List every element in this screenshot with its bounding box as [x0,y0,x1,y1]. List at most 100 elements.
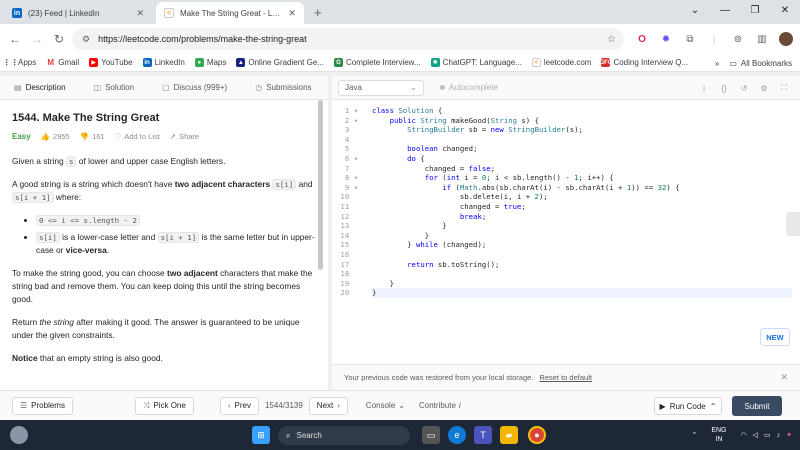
volume-icon[interactable]: ◁ [753,431,758,439]
code-line[interactable] [372,250,792,260]
close-icon[interactable]: ✕ [780,372,788,383]
problems-button[interactable]: ☰ Problems [12,396,73,415]
share-button[interactable]: ↗ Share [170,132,199,141]
language-select[interactable]: Java ⌄ [338,79,424,96]
next-button[interactable]: Next › [308,396,348,415]
bookmark-youtube[interactable]: ▶ YouTube [89,58,133,67]
browser-tab-leetcode[interactable]: < Make The String Great - LeetCo ✕ [156,2,304,24]
code-line[interactable]: StringBuilder sb = new StringBuilder(s); [372,125,792,135]
run-code-button[interactable]: ▶ Run Code ⌃ [654,397,722,415]
code-line[interactable]: changed = false; [372,164,792,174]
side-panel-handle[interactable] [786,212,800,236]
browser-tab-linkedin[interactable]: in (23) Feed | LinkedIn ✕ [4,2,152,24]
all-bookmarks-link[interactable]: All Bookmarks [741,59,792,68]
code-line[interactable]: return sb.toString(); [372,260,792,270]
tab-search-icon[interactable]: ⌄ [680,0,710,24]
profile-avatar[interactable] [776,29,796,49]
description-scrollbar[interactable] [318,100,323,270]
code-line[interactable]: changed = true; [372,202,792,212]
downloads-icon[interactable]: ⊚ [728,29,748,49]
reload-button[interactable]: ↻ [48,32,70,46]
tab-solution[interactable]: ◫ Solution [80,76,148,100]
pick-one-button[interactable]: ⤨ Pick One [134,396,194,415]
taskbar-search[interactable]: ⌕ Search [278,426,410,445]
new-tab-button[interactable]: + [314,5,322,20]
tab-description[interactable]: ▤ Description [0,76,80,100]
code-line[interactable]: } [372,221,792,231]
contribute-button[interactable]: Contribute i [419,401,461,410]
code-line[interactable] [372,269,792,279]
console-button[interactable]: Console ⌄ [366,401,405,410]
bookmark-linkedin[interactable]: in LinkedIn [142,58,185,67]
code-line[interactable]: sb.delete(i, i + 2); [372,192,792,202]
settings-icon[interactable]: ⚙ [754,84,774,93]
wifi-icon[interactable]: ◠ [741,431,747,439]
opera-extension-icon[interactable]: O [632,29,652,49]
code-editor[interactable]: 1 ▾ 2 ▾ 3 4 5 6 ▾ 7 8 ▾ 9 ▾ 10 11 12 13 14 15… [332,100,800,364]
back-button[interactable]: ← [4,32,26,46]
bookmark-leetcode[interactable]: < leetcode.com [531,58,591,67]
submit-button[interactable]: Submit [732,396,782,416]
fullscreen-icon[interactable]: ⛶ [774,83,794,93]
close-window-button[interactable]: ✕ [770,0,800,24]
autocomplete-toggle[interactable]: Autocomplete [440,83,498,92]
puzzle-extension-icon[interactable]: ⧉ [680,29,700,49]
code-line[interactable]: break; [372,212,792,222]
minimize-button[interactable]: — [710,0,740,24]
bookmark-star-icon[interactable]: ☆ [607,34,616,45]
tab-submissions[interactable]: ◷ Submissions [241,76,325,100]
dislike-button[interactable]: 👎 161 [80,132,105,141]
code-line[interactable]: if (Math.abs(sb.charAt(i) - sb.charAt(i … [372,183,792,193]
bookmark-gradient[interactable]: ▲ Online Gradient Ge... [236,58,324,67]
address-bar[interactable]: ⚙ https://leetcode.com/problems/make-the… [72,28,624,50]
bookmark-gmail[interactable]: M Gmail [46,58,79,67]
code-line[interactable]: } [372,288,792,298]
chevron-right-icon[interactable]: » [715,59,719,68]
reset-icon[interactable]: ↺ [734,84,754,93]
close-tab-icon[interactable]: ✕ [288,8,296,19]
code-line[interactable]: } [372,279,792,289]
code-line[interactable]: } while (changed); [372,240,792,250]
bookmark-apps[interactable]: ⋮⋮ Apps [3,58,37,67]
notification-bell-icon[interactable]: ♪ [777,432,781,439]
code-line[interactable]: boolean changed; [372,144,792,154]
bookmark-maps[interactable]: ● Maps [194,58,226,67]
close-tab-icon[interactable]: ✕ [136,8,144,19]
new-badge[interactable]: NEW [760,328,790,346]
copilot-icon[interactable]: ✦ [786,431,792,439]
weather-icon[interactable] [10,426,28,444]
braces-icon[interactable]: {} [714,84,734,93]
chrome-icon[interactable]: ● [528,426,546,444]
battery-icon[interactable]: ▭ [764,431,771,439]
code-lines[interactable]: class Solution { public String makeGood(… [372,106,792,298]
info-icon[interactable]: i [694,84,714,93]
chevron-up-icon[interactable]: ⌃ [691,431,697,439]
edge-icon[interactable]: e [448,426,466,444]
file-explorer-icon[interactable]: ▰ [500,426,518,444]
tab-discuss[interactable]: ▢ Discuss (999+) [148,76,241,100]
language-indicator[interactable]: ENG IN [705,426,726,444]
bookmark-coding-interview[interactable]: GFG Coding Interview Q... [599,58,688,67]
chevron-up-icon: ⌃ [709,401,717,411]
side-panel-icon[interactable]: ▥ [752,29,772,49]
prev-button[interactable]: ‹ Prev [219,396,259,415]
teams-icon[interactable]: T [474,426,492,444]
reset-to-default-link[interactable]: Reset to default [539,373,592,382]
gear-extension-icon[interactable]: ✹ [656,29,676,49]
code-line[interactable]: public String makeGood(String s) { [372,116,792,126]
restore-button[interactable]: ❐ [740,0,770,24]
bookmark-gfg[interactable]: G Complete Interview... [333,58,421,67]
bookmark-chatgpt[interactable]: ✺ ChatGPT: Language... [430,58,522,67]
code-line[interactable] [372,135,792,145]
site-info-icon[interactable]: ⚙ [82,34,90,45]
code-line[interactable]: do { [372,154,792,164]
code-line[interactable]: class Solution { [372,106,792,116]
task-view-icon[interactable]: ▭ [422,426,440,444]
like-button[interactable]: 👍 2955 [41,132,70,141]
code-line[interactable]: } [372,231,792,241]
line-number: 14 [340,230,358,240]
forward-button[interactable]: → [26,32,48,46]
add-to-list-button[interactable]: ♡ Add to List [115,132,160,141]
windows-start-icon[interactable]: ⊞ [252,426,270,444]
code-line[interactable]: for (int i = 0; i < sb.length() - 1; i++… [372,173,792,183]
